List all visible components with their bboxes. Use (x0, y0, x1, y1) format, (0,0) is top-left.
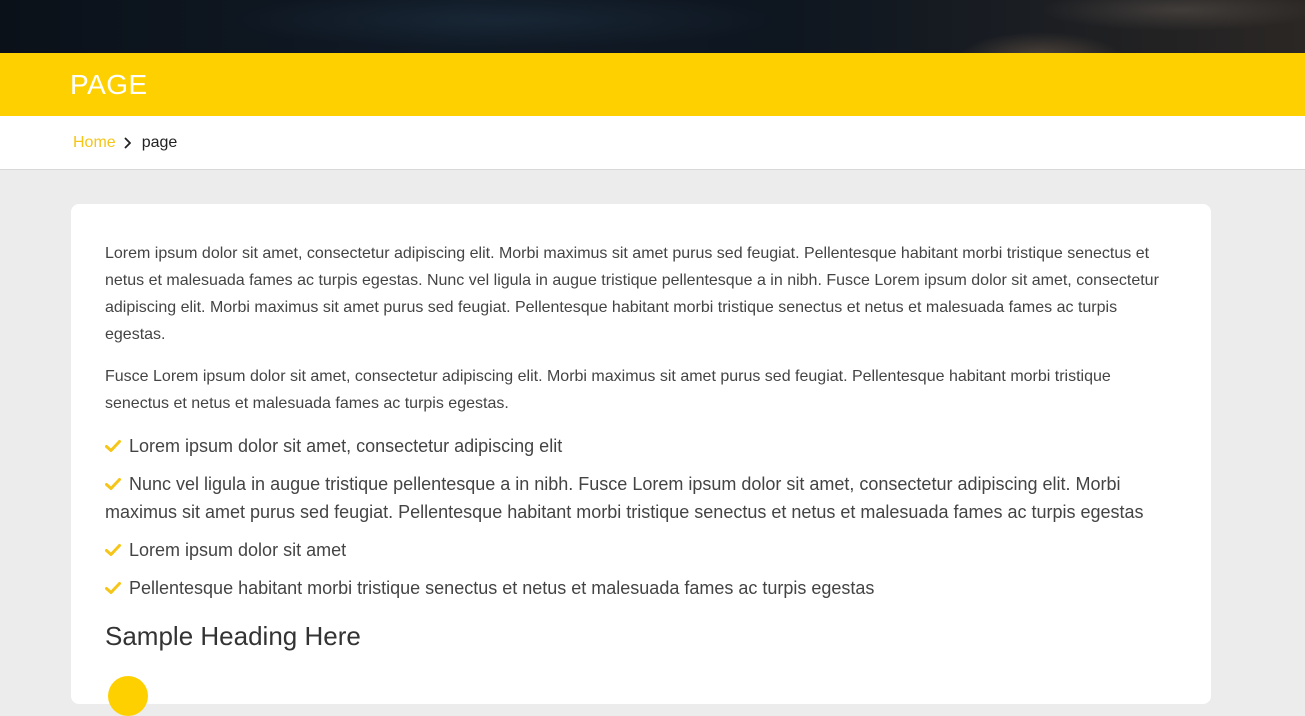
hero-image (0, 0, 1305, 53)
breadcrumb-current: page (141, 133, 178, 151)
breadcrumb-bar: Home page (0, 116, 1305, 170)
list-item: Nunc vel ligula in augue tristique pelle… (105, 470, 1178, 526)
list-item-text: Lorem ipsum dolor sit amet (129, 540, 347, 560)
check-list: Lorem ipsum dolor sit amet, consectetur … (105, 432, 1178, 602)
check-icon (105, 582, 121, 594)
chevron-right-icon (124, 137, 131, 148)
content-card: Lorem ipsum dolor sit amet, consectetur … (71, 204, 1211, 716)
page-title: PAGE (70, 68, 148, 100)
breadcrumb: Home page (73, 134, 177, 152)
title-bar: PAGE (0, 53, 1305, 116)
list-item: Lorem ipsum dolor sit amet (105, 536, 1178, 564)
section-heading: Sample Heading Here (105, 621, 361, 651)
hero-banner (0, 0, 1305, 53)
paragraph: Lorem ipsum dolor sit amet, consectetur … (105, 245, 1159, 343)
list-item: Pellentesque habitant morbi tristique se… (105, 574, 1178, 602)
check-icon (105, 478, 121, 490)
list-item-text: Pellentesque habitant morbi tristique se… (129, 578, 875, 598)
breadcrumb-home-link[interactable]: Home (73, 134, 116, 152)
check-icon (105, 544, 121, 556)
paragraph: Fusce Lorem ipsum dolor sit amet, consec… (105, 368, 1111, 412)
feature-circle-icon (108, 676, 148, 716)
list-item-text: Lorem ipsum dolor sit amet, consectetur … (129, 436, 563, 456)
check-icon (105, 440, 121, 452)
list-item: Lorem ipsum dolor sit amet, consectetur … (105, 432, 1178, 460)
list-item-text: Nunc vel ligula in augue tristique pelle… (105, 474, 1144, 522)
